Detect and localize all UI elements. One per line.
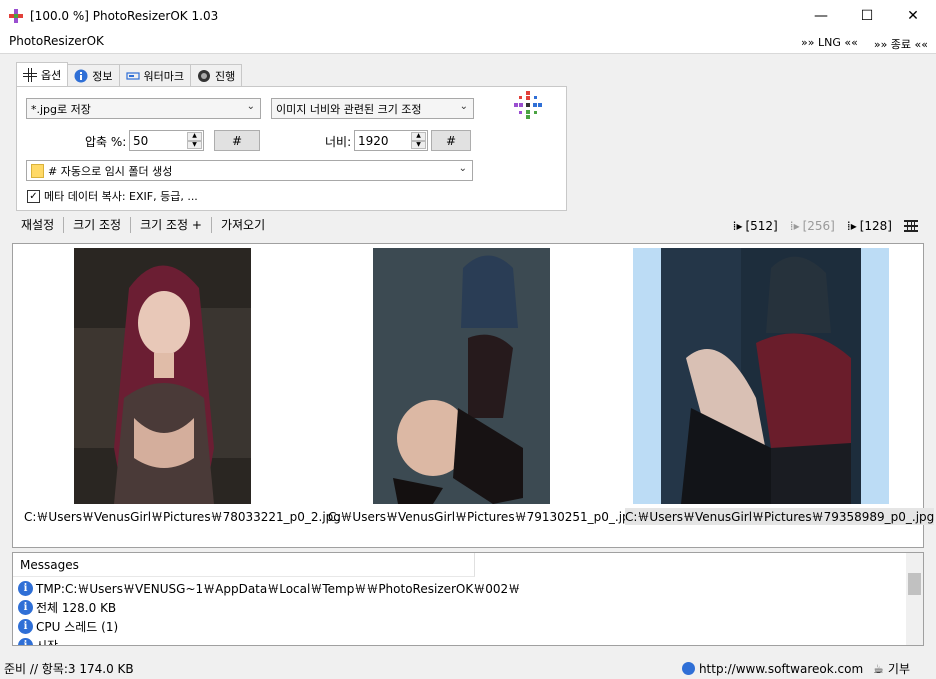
resize-plus-button[interactable]: 크기 조정 + [131, 216, 211, 233]
tab-progress[interactable]: 진행 [189, 64, 243, 86]
message-item: i TMP:C:￦Users￦VENUSG~1￦AppData￦Local￦Te… [18, 579, 520, 598]
meta-copy-checkbox[interactable]: ✓ [27, 189, 40, 203]
website-link[interactable]: http://www.softwareok.com [681, 661, 864, 676]
progress-icon [197, 69, 211, 83]
action-bar: 재설정 크기 조정 크기 조정 + 가져오기 [12, 216, 274, 233]
exit-menu[interactable]: »» 종료 «« [874, 36, 928, 52]
meta-copy-option[interactable]: ✓ 메타 데이터 복사: EXIF, 등급, ... [27, 188, 198, 204]
photo-image [661, 248, 861, 504]
website-url: http://www.softwareok.com [698, 661, 864, 676]
thumb-size-256-button[interactable]: ⁞▸ [256] [790, 219, 835, 233]
tab-watermark[interactable]: 워터마크 [118, 64, 191, 86]
meta-copy-label: 메타 데이터 복사: EXIF, 등급, ... [44, 190, 198, 203]
resize-button[interactable]: 크기 조정 [64, 216, 130, 233]
message-item: i CPU 스레드 (1) [18, 617, 520, 636]
reset-button[interactable]: 재설정 [12, 216, 63, 233]
close-button[interactable]: ✕ [890, 0, 936, 31]
donate-label: 기부 [887, 662, 910, 676]
width-input[interactable]: 1920 ▲ ▼ [354, 130, 428, 151]
scrollbar-thumb[interactable] [908, 573, 921, 595]
message-text: CPU 스레드 (1) [36, 620, 119, 634]
tab-options[interactable]: 옵션 [16, 62, 69, 86]
messages-scrollbar[interactable] [906, 553, 923, 645]
output-folder-select[interactable]: # 자동으로 임시 폴더 생성 ⌄ [26, 160, 473, 181]
import-button[interactable]: 가져오기 [212, 216, 274, 233]
folder-icon [31, 163, 44, 178]
thumb-size-512-button[interactable]: ⁞▸ [512] [733, 219, 778, 233]
info-icon [74, 69, 88, 83]
app-logo [513, 90, 543, 123]
chevron-down-icon: ⌄ [459, 101, 468, 112]
thumbnail-size-bar: ⁞▸ [512] ⁞▸ [256] ⁞▸ [128] [733, 219, 918, 233]
tab-strip: 옵션 정보 워터마크 진행 [16, 62, 243, 86]
message-text: 시작 [36, 639, 59, 646]
title-bar: [100.0 %] PhotoResizerOK 1.03 — ☐ ✕ [0, 0, 936, 31]
compression-stepper[interactable]: ▲ ▼ [187, 132, 202, 149]
save-format-select[interactable]: *.jpg로 저장 ⌄ [26, 98, 261, 119]
maximize-button[interactable]: ☐ [844, 0, 890, 31]
photo-image [74, 248, 251, 504]
status-text: 준비 // 항목:3 174.0 KB [4, 662, 134, 676]
info-icon: i [18, 581, 33, 596]
message-text: TMP:C:￦Users￦VENUSG~1￦AppData￦Local￦Temp… [36, 582, 521, 596]
watermark-icon [125, 69, 140, 83]
width-label: 너비: [325, 135, 352, 149]
minimize-button[interactable]: — [798, 0, 844, 31]
message-item: i 전체 128.0 KB [18, 598, 520, 617]
tab-watermark-label: 워터마크 [143, 69, 184, 83]
coffee-icon: ☕ [873, 661, 884, 676]
tab-info-label: 정보 [92, 69, 113, 83]
options-icon [23, 67, 37, 82]
grid-view-icon[interactable] [904, 220, 918, 232]
compression-input[interactable]: 50 ▲ ▼ [129, 130, 204, 151]
tab-options-label: 옵션 [41, 68, 62, 82]
width-value: 1920 [358, 133, 389, 148]
image-thumbnail-selected[interactable] [633, 248, 889, 504]
compression-label: 압축 %: [85, 135, 127, 149]
thumb-size-128-label: [128] [859, 219, 892, 233]
compression-value: 50 [133, 133, 149, 148]
thumb-size-512-label: [512] [745, 219, 778, 233]
width-hash-button[interactable]: # [431, 130, 471, 151]
thumb-size-icon: ⁞▸ [789, 219, 800, 233]
messages-panel: Messages i TMP:C:￦Users￦VENUSG~1￦AppData… [12, 552, 924, 646]
info-icon: i [18, 638, 33, 645]
resize-mode-value: 이미지 너비와 관련된 크기 조정 [276, 102, 422, 116]
thumb-size-256-label: [256] [802, 219, 835, 233]
message-item: i 시작 [18, 636, 520, 646]
chevron-down-icon: ⌄ [458, 163, 467, 174]
language-menu[interactable]: »» LNG «« [801, 36, 858, 52]
thumb-size-128-button[interactable]: ⁞▸ [128] [847, 219, 892, 233]
thumb-size-icon: ⁞▸ [732, 219, 743, 233]
app-name-label: PhotoResizerOK [9, 34, 104, 48]
window-title: [100.0 %] PhotoResizerOK 1.03 [30, 8, 219, 23]
message-text: 전체 128.0 KB [36, 601, 117, 615]
globe-icon [681, 662, 695, 675]
donate-link[interactable]: ☕ 기부 [873, 660, 910, 677]
image-caption[interactable]: C:￦Users￦VenusGirl￦Pictures￦78033221_p0_… [24, 508, 341, 525]
width-stepper[interactable]: ▲ ▼ [411, 132, 426, 149]
tab-info[interactable]: 정보 [67, 64, 120, 86]
options-panel: *.jpg로 저장 ⌄ 이미지 너비와 관련된 크기 조정 ⌄ 압축 %: 50… [16, 86, 567, 211]
messages-header: Messages [13, 553, 475, 577]
compression-hash-button[interactable]: # [214, 130, 260, 151]
photo-image [373, 248, 550, 504]
image-thumbnail[interactable] [373, 248, 550, 507]
info-icon: i [18, 619, 33, 634]
chevron-down-icon: ⌄ [246, 101, 255, 112]
thumb-size-icon: ⁞▸ [846, 219, 857, 233]
info-icon: i [18, 600, 33, 615]
image-thumbnail[interactable] [74, 248, 251, 507]
messages-list: i TMP:C:￦Users￦VENUSG~1￦AppData￦Local￦Te… [18, 579, 520, 646]
image-caption[interactable]: C:￦Users￦VenusGirl￦Pictures￦79130251_p0_… [328, 508, 637, 525]
app-icon [8, 8, 24, 24]
output-folder-value: # 자동으로 임시 폴더 생성 [48, 164, 173, 178]
menu-bar: PhotoResizerOK »» LNG «« »» 종료 «« [0, 31, 936, 54]
resize-mode-select[interactable]: 이미지 너비와 관련된 크기 조정 ⌄ [271, 98, 474, 119]
image-gallery[interactable]: C:￦Users￦VenusGirl￦Pictures￦78033221_p0_… [12, 243, 935, 548]
status-bar: 준비 // 항목:3 174.0 KB http://www.softwareo… [0, 657, 936, 679]
save-format-value: *.jpg로 저장 [31, 102, 91, 116]
tab-progress-label: 진행 [214, 69, 236, 83]
image-caption[interactable]: C:￦Users￦VenusGirl￦Pictures￦79358989_p0_… [625, 508, 935, 525]
